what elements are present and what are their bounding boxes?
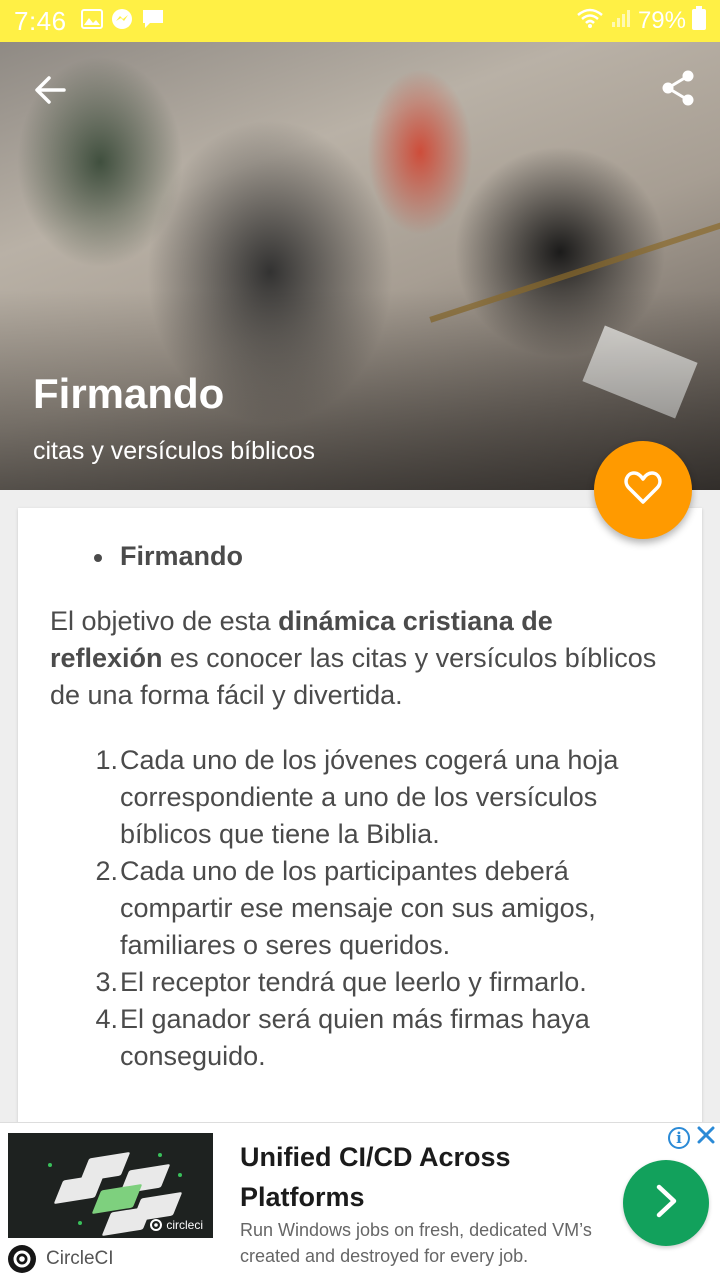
favorite-button[interactable] (594, 441, 692, 539)
battery-icon (692, 5, 706, 37)
circleci-mini-icon (150, 1219, 163, 1231)
ad-close-button[interactable] (694, 1125, 718, 1149)
step-number: 2. (95, 856, 118, 886)
step-number: 1. (95, 745, 118, 775)
step-item: 3. El receptor tendrá que leerlo y firmar… (50, 964, 672, 1001)
arrow-back-icon (34, 75, 66, 110)
ad-image-dot (178, 1173, 182, 1177)
intro-text: El objetivo de esta (50, 606, 279, 636)
close-icon (697, 1126, 715, 1149)
share-icon (661, 70, 695, 111)
step-item: 4. El ganador será quien más firmas haya … (50, 1001, 672, 1075)
chat-icon (141, 8, 165, 35)
ad-image-dot (158, 1153, 162, 1157)
back-button[interactable] (30, 72, 70, 112)
steps-list: 1. Cada uno de los jóvenes cogerá una hoj… (50, 742, 672, 1075)
heart-outline-icon (624, 470, 662, 510)
article-body: Firmando El objetivo de esta dinámica cr… (18, 508, 702, 1075)
ad-headline[interactable]: Unified CI/CD Across Platforms (240, 1137, 600, 1217)
step-text: Cada uno de los participantes deberá com… (120, 856, 596, 960)
status-bar: 7:46 79% (0, 0, 720, 42)
step-text: Cada uno de los jóvenes cogerá una hoja … (120, 745, 619, 849)
share-button[interactable] (658, 70, 698, 110)
bullet-list: Firmando (50, 538, 672, 575)
ad-info-icon[interactable]: i (668, 1127, 690, 1149)
messenger-icon (111, 8, 133, 35)
step-text: El receptor tendrá que leerlo y firmarlo… (120, 967, 587, 997)
battery-percent: 79% (637, 7, 686, 34)
ad-image-dot (48, 1163, 52, 1167)
hero-image: Firmando citas y versículos bíblicos (0, 42, 720, 490)
signal-icon (610, 7, 632, 36)
step-number: 4. (95, 1004, 118, 1034)
page-subtitle: citas y versículos bíblicos (33, 437, 316, 465)
ad-banner[interactable]: circleci CircleCI Unified CI/CD Across P… (0, 1122, 720, 1280)
bullet-item: Firmando (94, 538, 672, 575)
circleci-logo-icon (8, 1245, 36, 1273)
notification-icons (80, 8, 165, 35)
ad-image[interactable]: circleci (8, 1133, 213, 1238)
status-time: 7:46 (14, 5, 67, 36)
image-icon (80, 8, 103, 34)
step-text: El ganador será quien más firmas haya co… (120, 1004, 590, 1071)
ad-image-dot (78, 1221, 82, 1225)
content-card: Firmando El objetivo de esta dinámica cr… (18, 508, 702, 1128)
step-number: 3. (95, 967, 118, 997)
ad-advertiser-row[interactable]: CircleCI (8, 1245, 114, 1273)
wifi-icon (576, 7, 604, 36)
chevron-right-icon (651, 1182, 681, 1225)
ad-image-brand-text: circleci (166, 1218, 203, 1232)
ad-body[interactable]: Run Windows jobs on fresh, dedicated VM’… (240, 1217, 620, 1269)
ad-image-brand: circleci (150, 1218, 203, 1232)
intro-paragraph: El objetivo de esta dinámica cristiana d… (50, 603, 672, 714)
ad-advertiser: CircleCI (46, 1248, 114, 1269)
step-item: 2. Cada uno de los participantes deberá c… (50, 853, 672, 964)
status-right: 79% (576, 5, 706, 37)
step-item: 1. Cada uno de los jóvenes cogerá una hoj… (50, 742, 672, 853)
ad-cta-button[interactable] (623, 1160, 709, 1246)
page-title: Firmando (33, 370, 225, 417)
